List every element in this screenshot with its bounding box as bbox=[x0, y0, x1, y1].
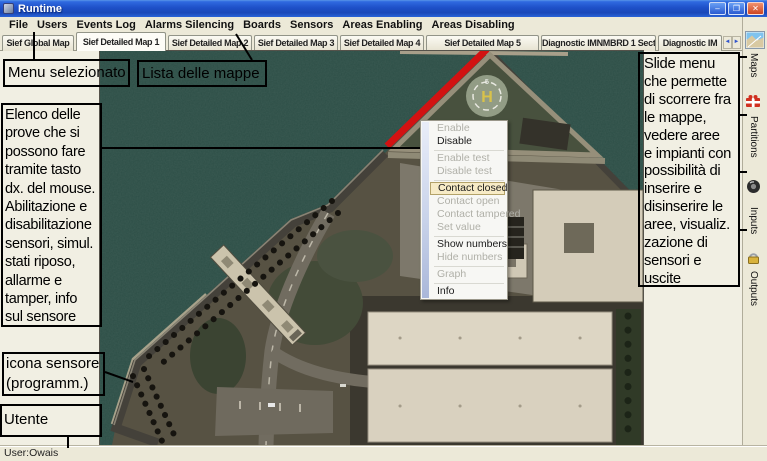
app-window: Runtime – ❐ ✕ File Users Events Log Alar… bbox=[0, 0, 767, 461]
annotation-map-list: Lista delle mappe bbox=[137, 60, 267, 87]
outputs-icon[interactable] bbox=[745, 249, 762, 265]
map-tab-bar: Sief Global Map Sief Detailed Map 1 Sief… bbox=[0, 32, 767, 51]
sidebar-item-partitions[interactable]: Partitions bbox=[748, 116, 759, 158]
tab-sief-detailed-map-2[interactable]: Sief Detailed Map 2 bbox=[168, 35, 252, 51]
tab-sief-detailed-map-4[interactable]: Sief Detailed Map 4 bbox=[340, 35, 424, 51]
menu-bar: File Users Events Log Alarms Silencing B… bbox=[0, 17, 767, 32]
warehouse-roof-2 bbox=[368, 369, 612, 442]
context-item-info[interactable]: Info bbox=[421, 285, 506, 298]
status-bar: User:Owais bbox=[0, 445, 767, 461]
warehouse-roof-1 bbox=[368, 312, 612, 365]
inputs-icon[interactable] bbox=[745, 179, 762, 194]
context-item-show-numbers[interactable]: Show numbers bbox=[421, 238, 506, 251]
tab-diagnostic-sector-1[interactable]: Diagnostic IMNMBRD 1 Sector 1 bbox=[541, 35, 656, 51]
context-item-contact-open[interactable]: Contact open bbox=[421, 195, 506, 208]
tab-sief-detailed-map-1[interactable]: Sief Detailed Map 1 bbox=[76, 32, 166, 51]
annotation-slide-menu: Slide menu che permette di scorrere fra … bbox=[638, 52, 740, 287]
minimize-button[interactable]: – bbox=[709, 2, 726, 15]
sidebar-item-inputs[interactable]: Inputs bbox=[748, 207, 759, 234]
annotation-right-click-tests: Elenco delle prove che si possono fare t… bbox=[1, 103, 102, 327]
title-bar[interactable]: Runtime – ❐ ✕ bbox=[0, 0, 767, 17]
menu-areas-enabling[interactable]: Areas Enabling bbox=[339, 19, 425, 31]
tab-sief-detailed-map-5[interactable]: Sief Detailed Map 5 bbox=[426, 35, 539, 51]
context-item-disable[interactable]: Disable bbox=[421, 135, 506, 148]
parking-area bbox=[215, 387, 333, 436]
context-item-enable[interactable]: Enable bbox=[421, 122, 506, 135]
context-item-graph[interactable]: Graph bbox=[421, 268, 506, 281]
maps-icon[interactable] bbox=[745, 31, 765, 49]
sidebar-item-maps[interactable]: Maps bbox=[748, 53, 759, 77]
annotation-sensor-icon: icona sensore (programm.) bbox=[2, 352, 105, 396]
tab-diagnostic-im[interactable]: Diagnostic IM bbox=[658, 35, 722, 51]
app-icon bbox=[3, 3, 14, 14]
tab-scroll-left-icon[interactable]: ◄ bbox=[723, 36, 732, 49]
tab-sief-detailed-map-3[interactable]: Sief Detailed Map 3 bbox=[254, 35, 338, 51]
menu-sensors[interactable]: Sensors bbox=[287, 19, 336, 31]
context-item-set-value[interactable]: Set value bbox=[421, 221, 506, 234]
svg-text:5: 5 bbox=[485, 79, 489, 86]
tab-sief-global-map[interactable]: Sief Global Map bbox=[2, 35, 74, 51]
window-title: Runtime bbox=[18, 3, 62, 15]
partitions-icon[interactable] bbox=[745, 94, 762, 109]
svg-text:H: H bbox=[481, 89, 493, 106]
context-item-enable-test[interactable]: Enable test bbox=[421, 152, 506, 165]
context-item-disable-test[interactable]: Disable test bbox=[421, 165, 506, 178]
menu-users[interactable]: Users bbox=[34, 19, 71, 31]
sensor-context-menu: Enable Disable Enable test Disable test … bbox=[420, 120, 508, 300]
restore-button[interactable]: ❐ bbox=[728, 2, 745, 15]
menu-boards[interactable]: Boards bbox=[240, 19, 284, 31]
close-button[interactable]: ✕ bbox=[747, 2, 764, 15]
context-item-contact-tampered[interactable]: Contact tampered bbox=[421, 208, 506, 221]
tab-scroll-right-icon[interactable]: ► bbox=[732, 36, 741, 49]
context-item-contact-closed[interactable]: Contact closed bbox=[430, 182, 505, 195]
context-item-hide-numbers[interactable]: Hide numbers bbox=[421, 251, 506, 264]
menu-events-log[interactable]: Events Log bbox=[74, 19, 139, 31]
satellite-map: H 5 bbox=[100, 51, 643, 445]
map-view[interactable]: H 5 bbox=[100, 51, 643, 445]
menu-areas-disabling[interactable]: Areas Disabling bbox=[429, 19, 518, 31]
menu-alarms-silencing[interactable]: Alarms Silencing bbox=[142, 19, 237, 31]
annotation-menu-selected: Menu selezionato bbox=[3, 59, 130, 87]
helipad: H 5 bbox=[466, 75, 508, 117]
sidebar-item-outputs[interactable]: Outputs bbox=[748, 271, 759, 306]
menu-file[interactable]: File bbox=[6, 19, 31, 31]
logged-user-label: User:Owais bbox=[4, 447, 58, 459]
annotation-logged-user: Utente loggato bbox=[0, 404, 102, 437]
